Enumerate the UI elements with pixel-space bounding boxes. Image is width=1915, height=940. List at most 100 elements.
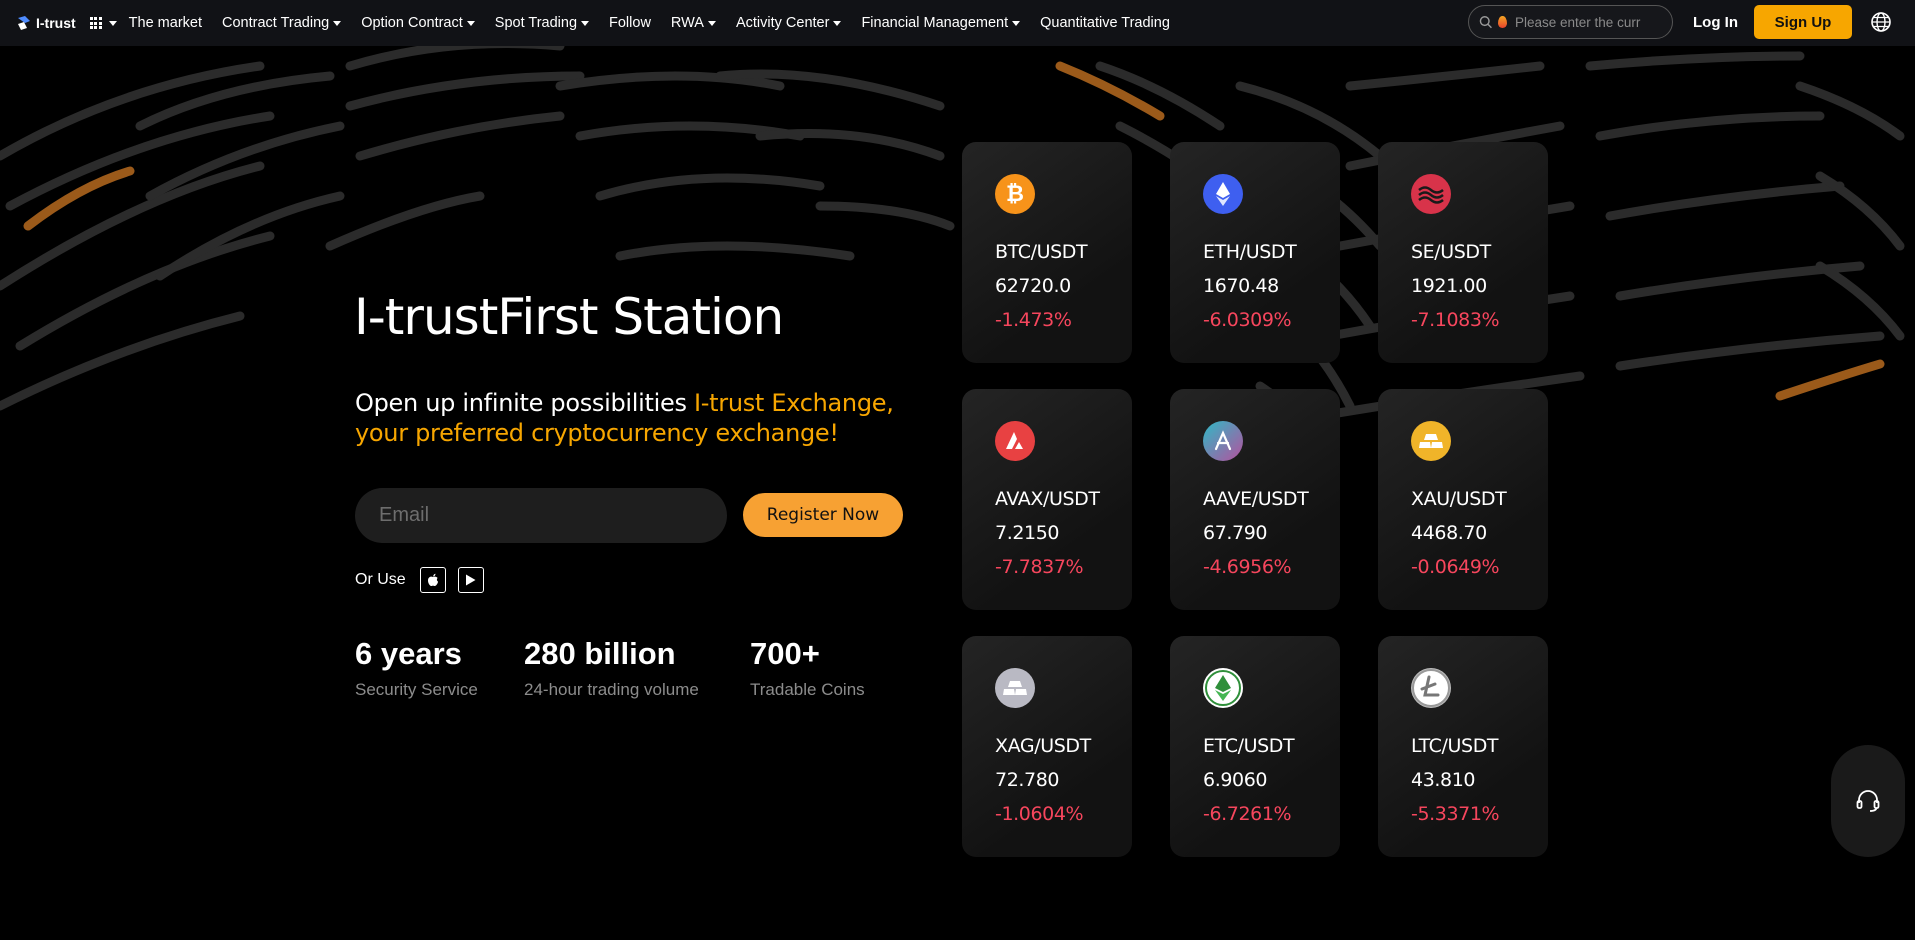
- market-pair: AAVE/USDT: [1203, 488, 1309, 510]
- market-pair: SE/USDT: [1411, 241, 1491, 263]
- signup-button[interactable]: Sign Up: [1754, 5, 1852, 39]
- chevron-down-icon: [581, 20, 590, 26]
- market-change: -6.0309%: [1203, 309, 1292, 331]
- nav-item-option-contract[interactable]: Option Contract: [361, 15, 475, 31]
- ltc-icon: [1411, 668, 1451, 708]
- background-pattern: [0, 46, 1905, 471]
- aave-icon: [1203, 421, 1243, 461]
- stat-value: 700+: [750, 636, 820, 671]
- market-pair: XAG/USDT: [995, 735, 1091, 757]
- apple-icon: [427, 573, 438, 586]
- google-play-button[interactable]: [457, 567, 484, 593]
- nav-item-the-market[interactable]: The market: [129, 15, 202, 31]
- email-field[interactable]: [355, 488, 727, 543]
- chevron-down-icon: [833, 20, 842, 26]
- play-icon: [466, 574, 476, 586]
- register-now-button[interactable]: Register Now: [743, 493, 903, 537]
- market-price: 62720.0: [995, 275, 1071, 297]
- market-card-xau[interactable]: XAU/USDT 4468.70 -0.0649%: [1378, 389, 1548, 610]
- market-pair: LTC/USDT: [1411, 735, 1499, 757]
- market-change: -7.1083%: [1411, 309, 1500, 331]
- logo[interactable]: I-trust: [16, 15, 76, 31]
- market-card-aave[interactable]: AAVE/USDT 67.790 -4.6956%: [1170, 389, 1340, 610]
- market-price: 4468.70: [1411, 522, 1487, 544]
- stat-label: Tradable Coins: [750, 680, 865, 699]
- market-pair: ETC/USDT: [1203, 735, 1295, 757]
- hot-flame-icon: [1498, 16, 1507, 28]
- xau-icon: [1411, 421, 1451, 461]
- nav-item-follow[interactable]: Follow: [609, 15, 651, 31]
- market-change: -5.3371%: [1411, 803, 1500, 825]
- login-link[interactable]: Log In: [1693, 14, 1738, 31]
- market-pair: ETH/USDT: [1203, 241, 1297, 263]
- nav-item-spot-trading[interactable]: Spot Trading: [495, 15, 590, 31]
- market-price: 1670.48: [1203, 275, 1279, 297]
- market-price: 43.810: [1411, 769, 1476, 791]
- search-box[interactable]: [1468, 5, 1673, 39]
- logo-text: I-trust: [36, 15, 76, 31]
- hero-subtitle-plain: Open up infinite possibilities: [355, 389, 694, 417]
- chevron-down-icon: [466, 20, 475, 26]
- top-navigation-bar: I-trust The market Contract Trading Opti…: [0, 0, 1915, 46]
- chevron-down-icon: [108, 20, 117, 26]
- apps-menu-button[interactable]: [89, 17, 117, 29]
- customer-support-button[interactable]: [1831, 745, 1905, 857]
- market-price: 72.780: [995, 769, 1060, 791]
- svg-text:₿: ₿: [1006, 182, 1024, 207]
- nav-item-contract-trading[interactable]: Contract Trading: [222, 15, 342, 31]
- market-pair: XAU/USDT: [1411, 488, 1507, 510]
- eth-icon: [1203, 174, 1243, 214]
- market-card-etc[interactable]: ETC/USDT 6.9060 -6.7261%: [1170, 636, 1340, 857]
- nav-item-quantitative-trading[interactable]: Quantitative Trading: [1040, 15, 1170, 31]
- logo-icon: [18, 16, 30, 30]
- market-card-avax[interactable]: AVAX/USDT 7.2150 -7.7837%: [962, 389, 1132, 610]
- chevron-down-icon: [333, 20, 342, 26]
- market-card-se[interactable]: SE/USDT 1921.00 -7.1083%: [1378, 142, 1548, 363]
- se-icon: [1411, 174, 1451, 214]
- xag-icon: [995, 668, 1035, 708]
- main-nav: The market Contract Trading Option Contr…: [129, 15, 1190, 31]
- market-card-ltc[interactable]: LTC/USDT 43.810 -5.3371%: [1378, 636, 1548, 857]
- nav-item-financial-management[interactable]: Financial Management: [861, 15, 1021, 31]
- market-card-btc[interactable]: ₿ BTC/USDT 62720.0 -1.473%: [962, 142, 1132, 363]
- hero-subtitle: Open up infinite possibilities I-trust E…: [355, 388, 915, 448]
- stat-coins: 700+ Tradable Coins: [750, 636, 865, 700]
- market-pair: BTC/USDT: [995, 241, 1088, 263]
- market-cards: ₿ BTC/USDT 62720.0 -1.473% ETH/USDT 1670…: [962, 142, 1548, 857]
- avax-icon: [995, 421, 1035, 461]
- search-input[interactable]: [1513, 13, 1662, 31]
- nav-item-activity-center[interactable]: Activity Center: [736, 15, 842, 31]
- chevron-down-icon: [1012, 20, 1021, 26]
- market-price: 6.9060: [1203, 769, 1268, 791]
- market-change: -1.0604%: [995, 803, 1084, 825]
- stat-label: Security Service: [355, 680, 478, 699]
- market-price: 7.2150: [995, 522, 1060, 544]
- chevron-down-icon: [707, 20, 716, 26]
- btc-icon: ₿: [995, 174, 1035, 214]
- apple-store-button[interactable]: [419, 567, 446, 593]
- market-change: -0.0649%: [1411, 556, 1500, 578]
- nav-item-rwa[interactable]: RWA: [671, 15, 716, 31]
- stat-value: 6 years: [355, 636, 462, 671]
- grid-icon: [89, 17, 102, 29]
- stat-label: 24-hour trading volume: [524, 680, 699, 699]
- alternative-signin: Or Use: [355, 567, 484, 593]
- market-card-eth[interactable]: ETH/USDT 1670.48 -6.0309%: [1170, 142, 1340, 363]
- market-change: -4.6956%: [1203, 556, 1292, 578]
- etc-icon: [1203, 668, 1243, 708]
- stat-value: 280 billion: [524, 636, 676, 671]
- or-use-label: Or Use: [355, 571, 406, 588]
- market-price: 67.790: [1203, 522, 1268, 544]
- globe-icon[interactable]: [1870, 11, 1892, 33]
- market-pair: AVAX/USDT: [995, 488, 1100, 510]
- market-change: -7.7837%: [995, 556, 1084, 578]
- stat-volume: 280 billion 24-hour trading volume: [524, 636, 699, 700]
- stat-security: 6 years Security Service: [355, 636, 478, 700]
- market-change: -1.473%: [995, 309, 1072, 331]
- hero-title: I-trustFirst Station: [354, 288, 784, 346]
- market-change: -6.7261%: [1203, 803, 1292, 825]
- headset-icon: [1856, 790, 1880, 812]
- market-price: 1921.00: [1411, 275, 1487, 297]
- market-card-xag[interactable]: XAG/USDT 72.780 -1.0604%: [962, 636, 1132, 857]
- search-icon: [1479, 16, 1492, 29]
